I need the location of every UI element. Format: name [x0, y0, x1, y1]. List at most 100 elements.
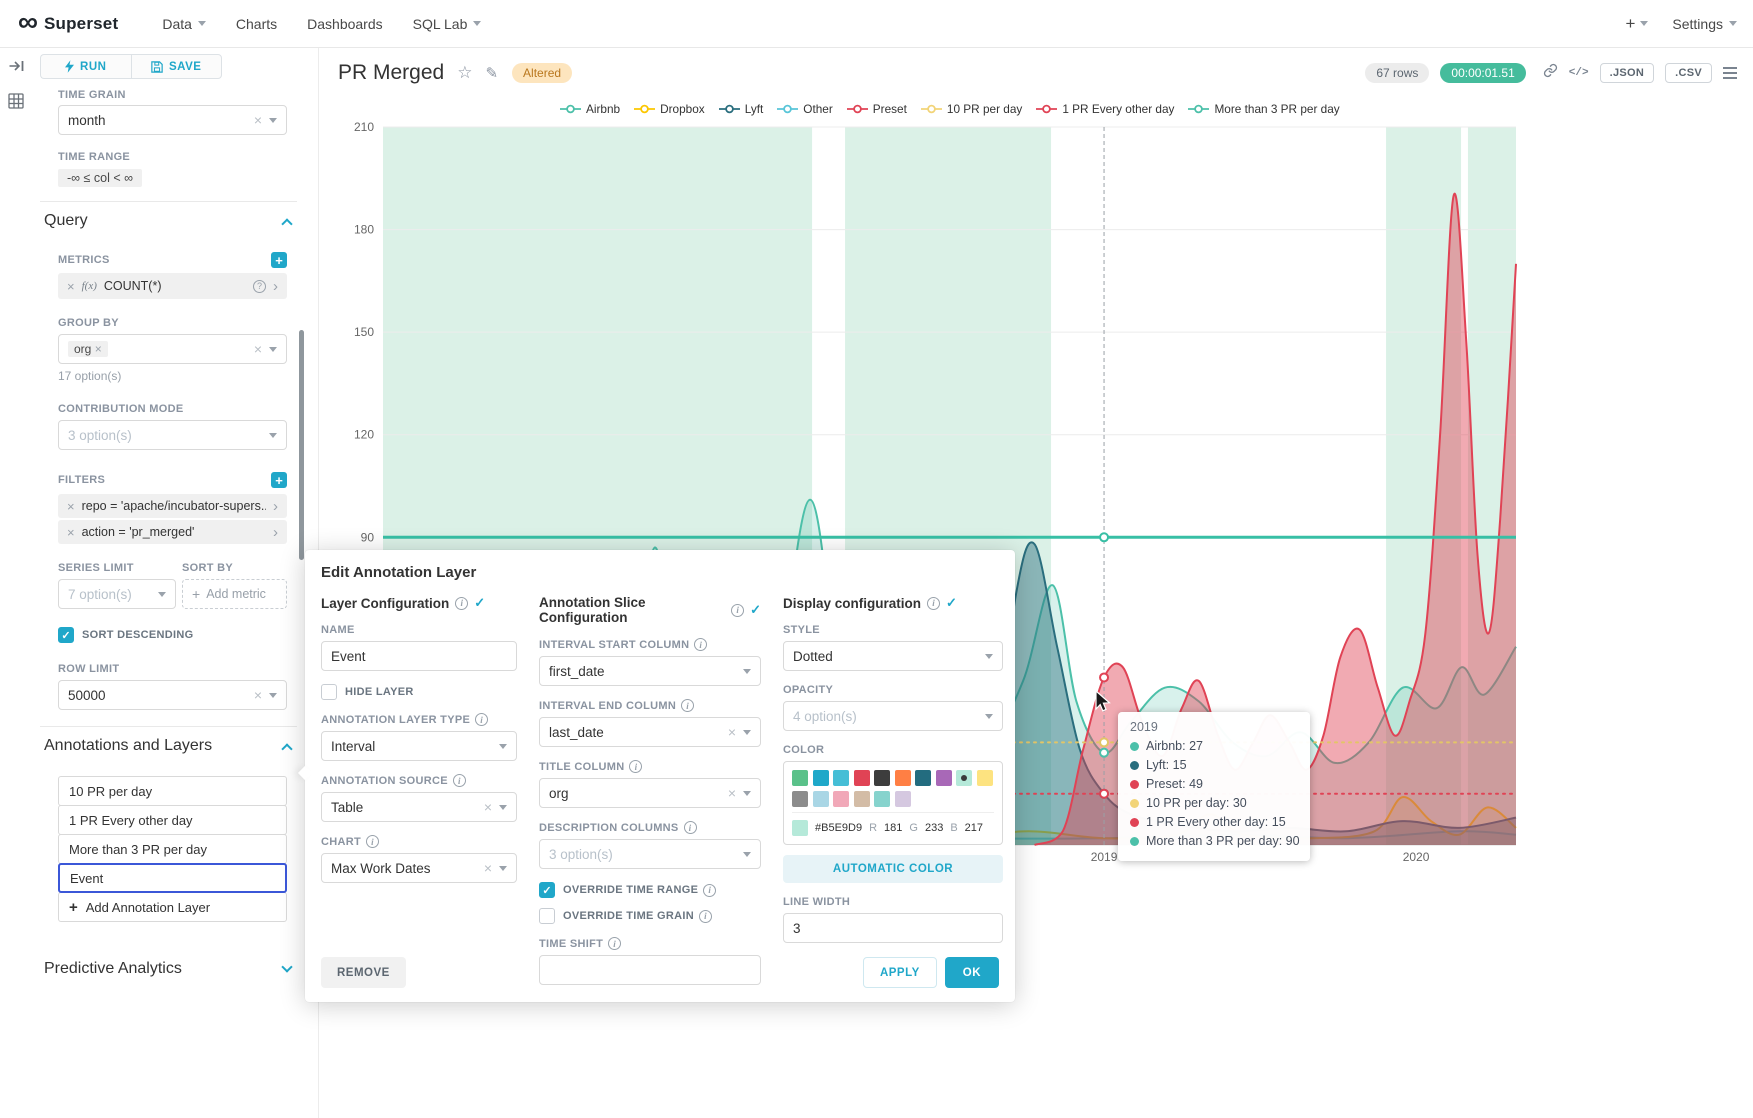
- legend-item[interactable]: Preset: [847, 102, 907, 116]
- view-query-icon[interactable]: </>: [1569, 67, 1589, 79]
- nav-item-data[interactable]: Data: [162, 16, 206, 32]
- navbar-right: + Settings: [1625, 14, 1737, 34]
- info-icon[interactable]: i: [699, 910, 712, 923]
- style-select[interactable]: Dotted: [783, 641, 1003, 671]
- legend-marker-icon: [560, 104, 581, 114]
- color-swatch[interactable]: [936, 770, 952, 786]
- favorite-star-icon[interactable]: ☆: [457, 63, 472, 83]
- layer-name-input[interactable]: [321, 641, 517, 671]
- clear-icon[interactable]: ×: [484, 861, 492, 875]
- color-swatch[interactable]: [874, 770, 890, 786]
- chevron-down-icon: [985, 714, 993, 719]
- share-link-icon[interactable]: [1543, 63, 1558, 83]
- ok-button[interactable]: OK: [945, 957, 999, 988]
- legend-item[interactable]: More than 3 PR per day: [1188, 102, 1339, 116]
- row-count-badge: 67 rows: [1365, 63, 1429, 83]
- g-value[interactable]: 233: [925, 822, 943, 834]
- info-icon[interactable]: i: [927, 597, 940, 610]
- apply-button[interactable]: APPLY: [863, 957, 937, 988]
- layer-configuration-column: Layer Configuration i ✓ NAME HIDE LAYER …: [321, 595, 517, 985]
- automatic-color-button[interactable]: AUTOMATIC COLOR: [783, 855, 1003, 883]
- legend-item[interactable]: Lyft: [719, 102, 764, 116]
- altered-badge[interactable]: Altered: [512, 63, 572, 83]
- hex-value[interactable]: #B5E9D9: [815, 822, 862, 834]
- series-dot-icon: [1130, 818, 1139, 827]
- edit-pencil-icon[interactable]: ✎: [485, 64, 498, 82]
- override-time-grain-checkbox[interactable]: OVERRIDE TIME GRAINi: [539, 908, 761, 924]
- color-swatch[interactable]: [977, 770, 993, 786]
- annotation-layer-type-label: ANNOTATION LAYER TYPE: [321, 714, 470, 726]
- legend-item[interactable]: Other: [777, 102, 833, 116]
- color-picker: #B5E9D9 R181 G233 B217: [783, 761, 1003, 845]
- clear-icon[interactable]: ×: [484, 800, 492, 814]
- top-navbar: ∞ Superset Data Charts Dashboards SQL La…: [0, 0, 1753, 48]
- tooltip-series-row: Preset: 49: [1130, 775, 1298, 794]
- chart-menu-icon[interactable]: [1723, 67, 1737, 79]
- chevron-down-icon: [743, 791, 751, 796]
- interval-start-column-select[interactable]: first_date: [539, 656, 761, 686]
- series-dot-icon: [1130, 742, 1139, 751]
- remove-button[interactable]: REMOVE: [321, 957, 406, 988]
- color-swatch[interactable]: [813, 770, 829, 786]
- superset-logo[interactable]: ∞ Superset: [18, 11, 118, 36]
- line-width-input[interactable]: [783, 913, 1003, 943]
- r-value[interactable]: 181: [884, 822, 902, 834]
- color-swatch[interactable]: [895, 791, 911, 807]
- color-swatch[interactable]: [874, 791, 890, 807]
- info-icon[interactable]: i: [453, 774, 466, 787]
- chart-select[interactable]: Max Work Dates ×: [321, 853, 517, 883]
- info-icon[interactable]: i: [703, 884, 716, 897]
- override-time-range-checkbox[interactable]: OVERRIDE TIME RANGEi: [539, 882, 761, 898]
- legend-item[interactable]: 10 PR per day: [921, 102, 1022, 116]
- info-icon[interactable]: i: [731, 604, 744, 617]
- hide-layer-checkbox[interactable]: HIDE LAYER: [321, 684, 517, 700]
- color-swatch[interactable]: [792, 770, 808, 786]
- info-icon[interactable]: i: [455, 597, 468, 610]
- info-icon[interactable]: i: [681, 699, 694, 712]
- settings-menu[interactable]: Settings: [1672, 16, 1737, 32]
- interval-end-column-select[interactable]: last_date ×: [539, 717, 761, 747]
- color-swatch[interactable]: [792, 791, 808, 807]
- popover-title: Edit Annotation Layer: [321, 564, 999, 581]
- export-json-button[interactable]: .JSON: [1600, 63, 1655, 83]
- info-icon[interactable]: i: [475, 713, 488, 726]
- info-icon[interactable]: i: [629, 760, 642, 773]
- color-swatch[interactable]: [833, 791, 849, 807]
- nav-item-sql-lab[interactable]: SQL Lab: [413, 16, 482, 32]
- time-shift-label: TIME SHIFT: [539, 938, 603, 950]
- nav-item-dashboards[interactable]: Dashboards: [307, 16, 383, 32]
- info-icon[interactable]: i: [694, 638, 707, 651]
- legend-item[interactable]: 1 PR Every other day: [1036, 102, 1174, 116]
- description-columns-select[interactable]: 3 option(s): [539, 839, 761, 869]
- checkbox-icon[interactable]: [321, 684, 337, 700]
- annotation-source-select[interactable]: Table ×: [321, 792, 517, 822]
- color-label: COLOR: [783, 744, 824, 756]
- new-item-button[interactable]: +: [1625, 14, 1648, 34]
- color-swatch[interactable]: [813, 791, 829, 807]
- color-swatch[interactable]: [915, 770, 931, 786]
- info-icon[interactable]: i: [684, 821, 697, 834]
- color-swatch[interactable]: [854, 791, 870, 807]
- legend-marker-icon: [1188, 104, 1209, 114]
- legend-item[interactable]: Airbnb: [560, 102, 620, 116]
- info-icon[interactable]: i: [366, 835, 379, 848]
- clear-icon[interactable]: ×: [728, 786, 736, 800]
- display-configuration-column: Display configuration i ✓ STYLE Dotted O…: [783, 595, 1003, 985]
- info-icon[interactable]: i: [608, 937, 621, 950]
- annotation-layer-type-select[interactable]: Interval: [321, 731, 517, 761]
- checkbox-icon[interactable]: [539, 882, 555, 898]
- color-swatch[interactable]: [956, 770, 972, 786]
- clear-icon[interactable]: ×: [728, 725, 736, 739]
- export-csv-button[interactable]: .CSV: [1665, 63, 1712, 83]
- color-swatch[interactable]: [895, 770, 911, 786]
- chevron-down-icon: [743, 669, 751, 674]
- color-swatch[interactable]: [833, 770, 849, 786]
- opacity-select[interactable]: 4 option(s): [783, 701, 1003, 731]
- b-value[interactable]: 217: [965, 822, 983, 834]
- checkbox-icon[interactable]: [539, 908, 555, 924]
- color-swatch[interactable]: [854, 770, 870, 786]
- tooltip-series-row: More than 3 PR per day: 90: [1130, 832, 1298, 851]
- nav-item-charts[interactable]: Charts: [236, 16, 277, 32]
- title-column-select[interactable]: org ×: [539, 778, 761, 808]
- legend-item[interactable]: Dropbox: [634, 102, 705, 116]
